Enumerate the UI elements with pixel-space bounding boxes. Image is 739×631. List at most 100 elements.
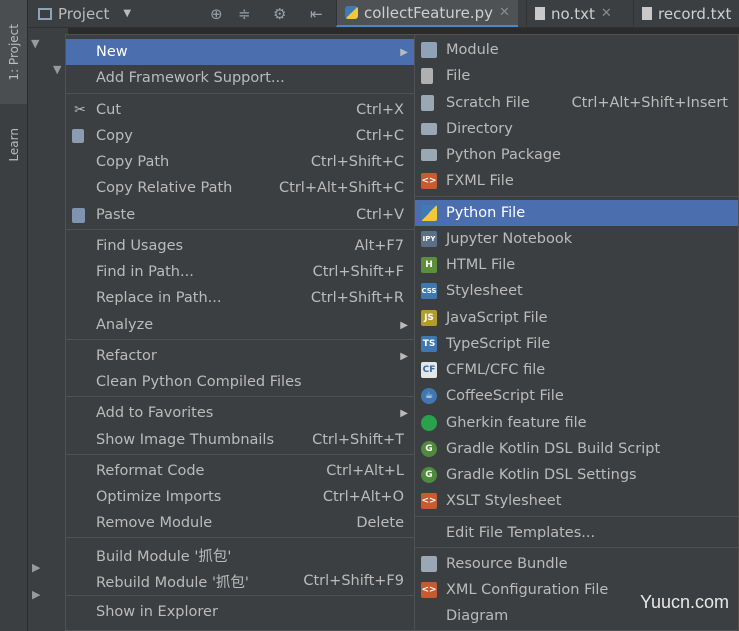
- collapse-arrow-icon[interactable]: ▶: [32, 588, 40, 601]
- submenu-item-edit-templates[interactable]: Edit File Templates...: [415, 520, 738, 546]
- menu-label: New: [96, 44, 128, 60]
- menu-shortcut: Ctrl+Shift+T: [312, 432, 404, 448]
- separator: [66, 595, 414, 596]
- menu-label: Directory: [446, 121, 513, 137]
- menu-item-cut[interactable]: ✂ Cut Ctrl+X: [66, 97, 414, 123]
- submenu-item-javascript[interactable]: JS JavaScript File: [415, 305, 738, 331]
- tab-label: no.txt: [551, 4, 595, 23]
- menu-item-copy-relative-path[interactable]: Copy Relative Path Ctrl+Alt+Shift+C: [66, 175, 414, 201]
- new-submenu: Module File Scratch File Ctrl+Alt+Shift+I…: [414, 34, 739, 631]
- cf-icon: CF: [421, 362, 437, 378]
- menu-item-refactor[interactable]: Refactor ▶: [66, 343, 414, 369]
- expand-arrow-icon[interactable]: ▼: [31, 37, 39, 50]
- expand-arrow-icon[interactable]: ▼: [53, 63, 61, 76]
- menu-label: Clean Python Compiled Files: [96, 374, 302, 390]
- close-icon[interactable]: ✕: [601, 6, 612, 21]
- menu-label: FXML File: [446, 173, 514, 189]
- module-icon: [421, 42, 437, 58]
- resource-bundle-icon: [421, 556, 437, 572]
- submenu-item-python-package[interactable]: Python Package: [415, 142, 738, 168]
- project-tool-tab[interactable]: 1: Project: [0, 0, 27, 104]
- menu-item-paste[interactable]: Paste Ctrl+V: [66, 202, 414, 228]
- submenu-item-gradle-settings[interactable]: G Gradle Kotlin DSL Settings: [415, 462, 738, 488]
- menu-shortcut: Ctrl+V: [356, 207, 404, 223]
- menu-item-find-usages[interactable]: Find Usages Alt+F7: [66, 233, 414, 259]
- submenu-item-stylesheet[interactable]: CSS Stylesheet: [415, 278, 738, 304]
- separator: [66, 93, 414, 94]
- submenu-item-cfml[interactable]: CF CFML/CFC file: [415, 357, 738, 383]
- menu-label: Find in Path...: [96, 264, 194, 280]
- menu-item-copy-path[interactable]: Copy Path Ctrl+Shift+C: [66, 149, 414, 175]
- watermark: Yuucn.com: [639, 592, 729, 612]
- ts-icon: TS: [421, 336, 437, 352]
- project-view-selector[interactable]: Project ▼: [38, 0, 131, 27]
- submenu-item-python-file[interactable]: Python File: [415, 200, 738, 226]
- learn-tool-tab[interactable]: Learn: [0, 110, 27, 180]
- tab-record-txt[interactable]: record.txt: [633, 0, 739, 27]
- menu-item-show-thumbnails[interactable]: Show Image Thumbnails Ctrl+Shift+T: [66, 427, 414, 453]
- menu-label: Jupyter Notebook: [446, 231, 573, 247]
- menu-item-build-module[interactable]: Build Module '抓包': [66, 542, 414, 568]
- top-bar: Project ▼ ⊕ ≑ ⚙ ⇤ collectFeature.py ✕ no…: [28, 0, 739, 28]
- menu-item-show-in-explorer[interactable]: Show in Explorer: [66, 599, 414, 625]
- menu-shortcut: Ctrl+Alt+L: [326, 463, 404, 479]
- menu-item-optimize-imports[interactable]: Optimize Imports Ctrl+Alt+O: [66, 484, 414, 510]
- submenu-item-directory[interactable]: Directory: [415, 116, 738, 142]
- css-icon: CSS: [421, 283, 437, 299]
- target-icon[interactable]: ⊕: [210, 0, 223, 27]
- menu-label: Stylesheet: [446, 283, 523, 299]
- separator: [66, 537, 414, 538]
- xslt-icon: <>: [421, 493, 437, 509]
- menu-label: Remove Module: [96, 515, 213, 531]
- menu-label: TypeScript File: [446, 336, 551, 352]
- menu-label: JavaScript File: [446, 310, 548, 326]
- submenu-item-gherkin[interactable]: Gherkin feature file: [415, 410, 738, 436]
- menu-item-add-favorites[interactable]: Add to Favorites ▶: [66, 400, 414, 426]
- copy-icon: [72, 129, 84, 143]
- menu-item-replace-in-path[interactable]: Replace in Path... Ctrl+Shift+R: [66, 285, 414, 311]
- collapse-arrow-icon[interactable]: ▶: [32, 561, 40, 574]
- menu-label: Paste: [96, 207, 136, 223]
- close-icon[interactable]: ✕: [499, 5, 510, 20]
- menu-item-find-in-path[interactable]: Find in Path... Ctrl+Shift+F: [66, 259, 414, 285]
- submenu-item-jupyter[interactable]: IPY Jupyter Notebook: [415, 226, 738, 252]
- menu-item-new[interactable]: New ▶: [66, 39, 414, 65]
- project-selector-label: Project: [58, 4, 110, 23]
- menu-label: XSLT Stylesheet: [446, 493, 562, 509]
- separator: [415, 516, 738, 517]
- menu-label: Diagram: [446, 608, 509, 624]
- tab-no-txt[interactable]: no.txt ✕: [526, 0, 620, 27]
- menu-item-rebuild-module[interactable]: Rebuild Module '抓包' Ctrl+Shift+F9: [66, 568, 414, 594]
- menu-label: Scratch File: [446, 95, 530, 111]
- separator: [66, 396, 414, 397]
- menu-label: Reformat Code: [96, 463, 205, 479]
- submenu-item-xslt[interactable]: <> XSLT Stylesheet: [415, 488, 738, 514]
- submenu-item-typescript[interactable]: TS TypeScript File: [415, 331, 738, 357]
- html-icon: H: [421, 257, 437, 273]
- collapse-icon[interactable]: ≑: [238, 0, 251, 27]
- menu-label: Copy Relative Path: [96, 180, 233, 196]
- learn-tab-label: Learn: [6, 128, 21, 162]
- menu-item-add-framework[interactable]: Add Framework Support...: [66, 65, 414, 91]
- menu-item-reformat-code[interactable]: Reformat Code Ctrl+Alt+L: [66, 458, 414, 484]
- jupyter-icon: IPY: [421, 231, 437, 247]
- submenu-item-module[interactable]: Module: [415, 37, 738, 63]
- submenu-item-gradle-build[interactable]: G Gradle Kotlin DSL Build Script: [415, 436, 738, 462]
- menu-item-remove-module[interactable]: Remove Module Delete: [66, 510, 414, 536]
- menu-shortcut: Ctrl+X: [356, 102, 404, 118]
- submenu-item-fxml[interactable]: <> FXML File: [415, 168, 738, 194]
- submenu-item-file[interactable]: File: [415, 63, 738, 89]
- tab-collectfeature[interactable]: collectFeature.py ✕: [336, 0, 518, 27]
- menu-label: Gradle Kotlin DSL Build Script: [446, 441, 661, 457]
- hide-panel-icon[interactable]: ⇤: [310, 0, 323, 27]
- gear-icon[interactable]: ⚙: [273, 0, 286, 27]
- menu-item-analyze[interactable]: Analyze ▶: [66, 312, 414, 338]
- menu-item-clean-python[interactable]: Clean Python Compiled Files: [66, 369, 414, 395]
- submenu-item-html[interactable]: H HTML File: [415, 252, 738, 278]
- project-tree: ▼ ▼ ▶ ▶: [28, 28, 68, 631]
- menu-item-copy[interactable]: Copy Ctrl+C: [66, 123, 414, 149]
- submenu-item-scratch-file[interactable]: Scratch File Ctrl+Alt+Shift+Insert: [415, 90, 738, 116]
- submenu-item-coffeescript[interactable]: ☕ CoffeeScript File: [415, 383, 738, 409]
- js-icon: JS: [421, 310, 437, 326]
- submenu-item-resource-bundle[interactable]: Resource Bundle: [415, 551, 738, 577]
